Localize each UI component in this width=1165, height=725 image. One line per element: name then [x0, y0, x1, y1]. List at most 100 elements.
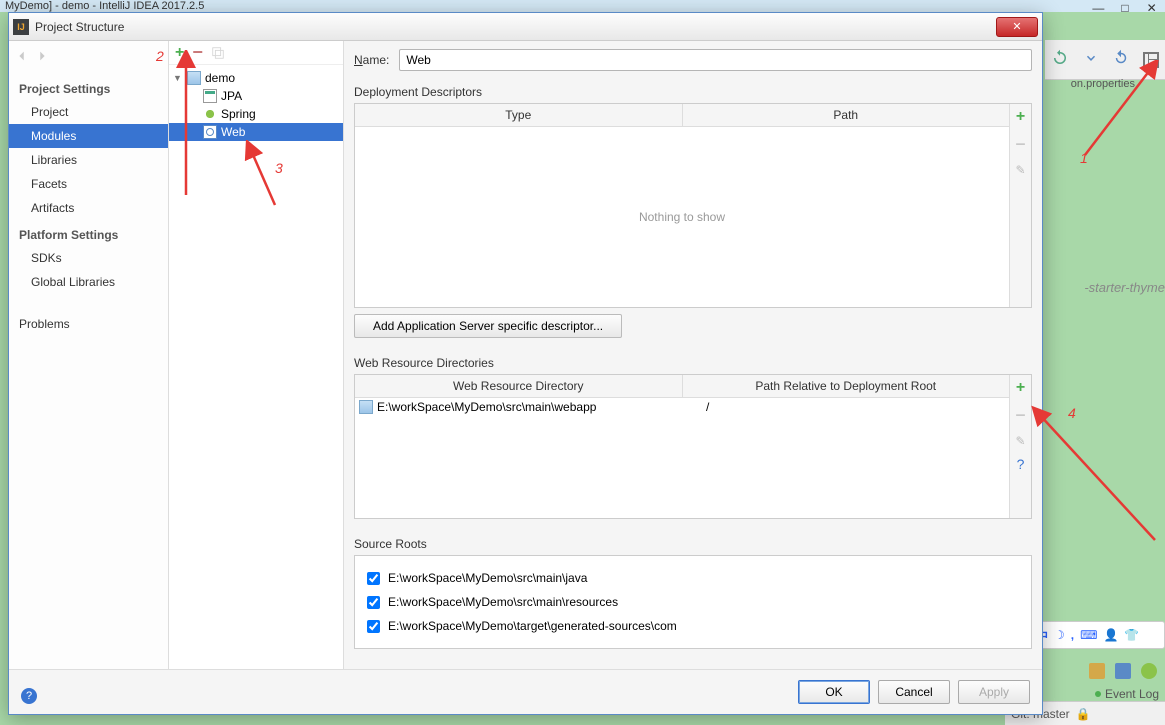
platform-settings-header: Platform Settings	[9, 220, 168, 246]
sync-icon[interactable]	[1051, 49, 1069, 70]
shirt-icon[interactable]: 👕	[1124, 628, 1139, 642]
editor-tab-right[interactable]: on.properties	[1071, 78, 1135, 90]
module-icon	[187, 71, 201, 85]
caret-icon[interactable]: ▼	[173, 73, 183, 83]
dialog-titlebar: IJ Project Structure ✕	[9, 13, 1042, 41]
deployment-descriptors-title: Deployment Descriptors	[354, 85, 1032, 99]
minimize-icon[interactable]: —	[1085, 0, 1112, 18]
wrd-add-button[interactable]: +	[1016, 379, 1025, 397]
project-structure-dialog: IJ Project Structure ✕ Project Settings …	[8, 12, 1043, 715]
wrd-edit-button: ✎	[1015, 434, 1025, 448]
source-root-checkbox[interactable]	[367, 572, 380, 585]
web-resource-dirs-title: Web Resource Directories	[354, 356, 1032, 370]
tree-label: JPA	[221, 89, 242, 103]
deployment-descriptors-panel: Type Path Nothing to show + − ✎	[354, 103, 1032, 308]
lock-icon[interactable]: 🔒	[1076, 707, 1091, 721]
dd-col-path[interactable]: Path	[683, 104, 1010, 126]
moon-icon[interactable]: ☽	[1054, 628, 1065, 642]
sidebar-item-project[interactable]: Project	[9, 100, 168, 124]
tree-label: demo	[205, 71, 235, 85]
facet-editor: Name: Deployment Descriptors Type Path N…	[344, 41, 1042, 669]
wrd-dir: E:\workSpace\MyDemo\src\main\webapp	[377, 400, 702, 414]
sidebar-item-libraries[interactable]: Libraries	[9, 148, 168, 172]
source-root-path: E:\workSpace\MyDemo\src\main\resources	[388, 595, 618, 609]
ime-punct[interactable]: ,	[1071, 628, 1074, 642]
dialog-button-row: OK Cancel Apply	[9, 669, 1042, 714]
dd-col-type[interactable]: Type	[355, 104, 683, 126]
maximize-icon[interactable]: □	[1112, 0, 1139, 18]
wrd-col-dir[interactable]: Web Resource Directory	[355, 375, 683, 397]
wrd-help-button[interactable]: ?	[1017, 456, 1025, 472]
dd-empty-message: Nothing to show	[355, 127, 1009, 307]
dd-remove-button: −	[1015, 134, 1026, 155]
ide-toolbar-right	[1045, 40, 1165, 80]
source-roots-panel: E:\workSpace\MyDemo\src\main\java E:\wor…	[354, 555, 1032, 649]
window-controls[interactable]: — □ ✕	[1085, 0, 1165, 18]
module-tree-toolbar: + −	[169, 41, 343, 65]
spring-icon	[203, 107, 217, 121]
intellij-icon: IJ	[13, 19, 29, 35]
tree-node-demo[interactable]: ▼ demo	[169, 69, 343, 87]
name-label: Name:	[354, 53, 389, 67]
sidebar-item-facets[interactable]: Facets	[9, 172, 168, 196]
copy-module-button[interactable]	[211, 46, 225, 60]
event-log[interactable]: Event Log	[1095, 687, 1159, 701]
tree-node-web[interactable]: Web	[169, 123, 343, 141]
tree-node-spring[interactable]: Spring	[169, 105, 343, 123]
sidebar-item-global-libraries[interactable]: Global Libraries	[9, 270, 168, 294]
sidebar-item-sdks[interactable]: SDKs	[9, 246, 168, 270]
wrd-path: /	[706, 400, 1005, 414]
add-app-server-descriptor-button[interactable]: Add Application Server specific descript…	[354, 314, 622, 338]
dialog-help-button[interactable]: ?	[21, 688, 37, 704]
code-fragment: -starter-thyme	[1084, 280, 1165, 295]
undo-icon[interactable]	[1112, 49, 1130, 70]
wrd-row[interactable]: E:\workSpace\MyDemo\src\main\webapp /	[355, 398, 1009, 416]
spring-tool-icon[interactable]	[1141, 663, 1157, 679]
sidebar-item-artifacts[interactable]: Artifacts	[9, 196, 168, 220]
ide-bottom-icons	[1089, 663, 1157, 679]
dialog-close-button[interactable]: ✕	[996, 17, 1038, 37]
tree-label: Web	[221, 125, 245, 139]
ok-button[interactable]: OK	[798, 680, 870, 704]
source-root-path: E:\workSpace\MyDemo\target\generated-sou…	[388, 619, 677, 633]
forward-icon[interactable]	[35, 49, 49, 66]
tree-node-jpa[interactable]: JPA	[169, 87, 343, 105]
name-input[interactable]	[399, 49, 1032, 71]
source-root-row[interactable]: E:\workSpace\MyDemo\src\main\java	[367, 566, 1019, 590]
source-roots-title: Source Roots	[354, 537, 1032, 551]
source-root-checkbox[interactable]	[367, 620, 380, 633]
dd-edit-button: ✎	[1015, 163, 1025, 177]
sidebar-item-problems[interactable]: Problems	[9, 312, 168, 336]
back-icon[interactable]	[15, 49, 29, 66]
apply-button: Apply	[958, 680, 1030, 704]
wrd-col-path[interactable]: Path Relative to Deployment Root	[683, 375, 1010, 397]
module-tree[interactable]: ▼ demo JPA Spring Web	[169, 65, 343, 145]
source-root-checkbox[interactable]	[367, 596, 380, 609]
module-tree-panel: + − ▼ demo JPA Spring	[169, 41, 344, 669]
wrd-remove-button: −	[1015, 405, 1026, 426]
add-module-button[interactable]: +	[175, 44, 184, 62]
jpa-icon	[203, 89, 217, 103]
remove-module-button[interactable]: −	[192, 42, 203, 63]
project-settings-header: Project Settings	[9, 74, 168, 100]
source-root-row[interactable]: E:\workSpace\MyDemo\target\generated-sou…	[367, 614, 1019, 638]
close-icon[interactable]: ✕	[1138, 0, 1165, 18]
dd-add-button[interactable]: +	[1016, 108, 1025, 126]
ide-titlebar: MyDemo] - demo - IntelliJ IDEA 2017.2.5	[0, 0, 1165, 12]
person-icon[interactable]: 👤	[1103, 628, 1118, 642]
tree-label: Spring	[221, 107, 256, 121]
folder-icon	[359, 400, 373, 414]
keyboard-icon[interactable]: ⌨	[1080, 628, 1097, 642]
db-icon[interactable]	[1089, 663, 1105, 679]
sidebar-item-modules[interactable]: Modules	[9, 124, 168, 148]
maven-icon[interactable]	[1115, 663, 1131, 679]
web-resource-dirs-panel: Web Resource Directory Path Relative to …	[354, 374, 1032, 519]
download-icon[interactable]	[1082, 49, 1100, 70]
cancel-button[interactable]: Cancel	[878, 680, 950, 704]
dialog-title: Project Structure	[35, 20, 996, 34]
source-root-row[interactable]: E:\workSpace\MyDemo\src\main\resources	[367, 590, 1019, 614]
settings-sidebar: Project Settings Project Modules Librari…	[9, 41, 169, 669]
project-structure-icon[interactable]	[1143, 52, 1159, 68]
source-root-path: E:\workSpace\MyDemo\src\main\java	[388, 571, 587, 585]
web-icon	[203, 125, 217, 139]
